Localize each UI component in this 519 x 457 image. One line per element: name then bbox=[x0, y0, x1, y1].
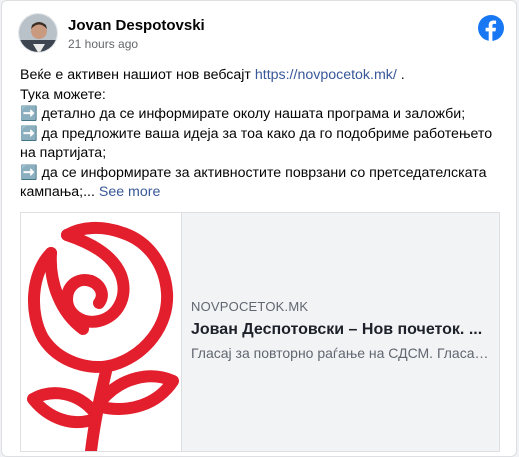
preview-domain: NOVPOCETOK.MK bbox=[191, 299, 309, 314]
preview-title[interactable]: Јован Деспотовски – Нов почеток. ... bbox=[191, 321, 489, 339]
preview-description: Гласај за повторно раѓање на СДСМ. Гласа… bbox=[191, 345, 489, 361]
post-meta: 21 hours ago bbox=[68, 37, 138, 51]
post-time[interactable]: 21 hours ago bbox=[68, 37, 138, 51]
avatar[interactable] bbox=[18, 13, 58, 53]
post-line: ➡️ детално да се информирате околу нашат… bbox=[20, 106, 466, 122]
post-line: ➡️ да предложите ваша идеја за тоа како … bbox=[20, 125, 493, 162]
author-name[interactable]: Jovan Despotovski bbox=[68, 17, 205, 34]
link-preview[interactable]: NOVPOCETOK.MK Јован Деспотовски – Нов по… bbox=[20, 212, 500, 452]
post-card: Jovan Despotovski 21 hours ago Веќе е ак… bbox=[1, 0, 517, 457]
rose-logo-image bbox=[21, 213, 182, 451]
post-line: Тука можете: bbox=[20, 86, 106, 103]
website-link[interactable]: https://novpocetok.mk/ bbox=[255, 67, 397, 83]
post-header: Jovan Despotovski 21 hours ago bbox=[18, 13, 504, 55]
see-more-link[interactable]: See more bbox=[99, 184, 161, 200]
facebook-icon[interactable] bbox=[478, 15, 504, 41]
preview-body: NOVPOCETOK.MK Јован Деспотовски – Нов по… bbox=[191, 299, 489, 361]
post-line: Веќе е активен нашиот нов вебсајт https:… bbox=[20, 67, 405, 83]
post-line: ➡️ да се информирате за активностите пов… bbox=[20, 164, 487, 201]
post-text: Веќе е активен нашиот нов вебсајт https:… bbox=[20, 66, 500, 203]
